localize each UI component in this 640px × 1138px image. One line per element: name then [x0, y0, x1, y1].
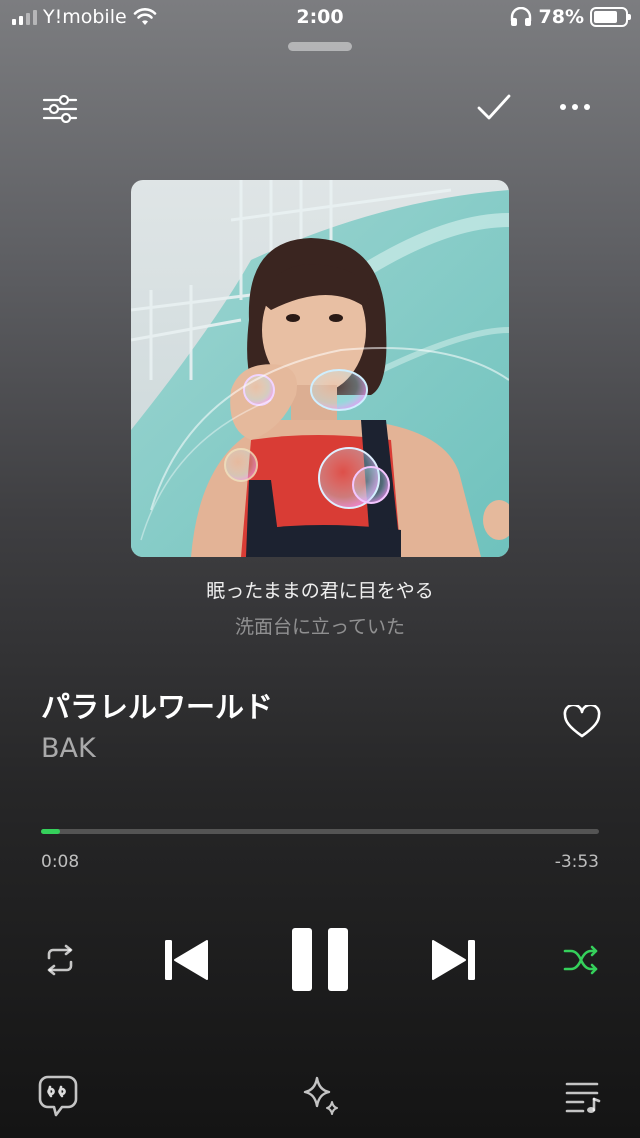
- check-icon[interactable]: [476, 93, 512, 123]
- more-icon[interactable]: [558, 101, 592, 113]
- progress-fill: [41, 829, 60, 834]
- next-icon[interactable]: [431, 937, 477, 983]
- headphones-icon: [510, 7, 531, 26]
- queue-icon[interactable]: [565, 1080, 601, 1114]
- progress-bar[interactable]: [41, 829, 599, 834]
- sparkle-icon[interactable]: [299, 1075, 341, 1117]
- status-right: 78%: [509, 6, 631, 28]
- pause-icon[interactable]: [290, 926, 350, 993]
- remaining-time: -3:53: [554, 852, 599, 872]
- sheet-grabber[interactable]: [288, 42, 352, 51]
- lyric-next-line[interactable]: 洗面台に立っていた: [0, 612, 640, 639]
- artist-name[interactable]: BAK: [41, 733, 96, 764]
- lyric-current-line[interactable]: 眠ったままの君に目をやる: [0, 576, 640, 603]
- lyrics-icon[interactable]: [38, 1075, 78, 1117]
- sliders-icon[interactable]: [42, 95, 78, 123]
- song-title: パラレルワールド: [41, 690, 274, 724]
- shuffle-icon[interactable]: [563, 944, 599, 976]
- album-artwork: [131, 180, 509, 557]
- repeat-icon[interactable]: [43, 944, 77, 976]
- status-bar: Y!mobile 2:00 78%: [0, 0, 640, 36]
- heart-icon[interactable]: [563, 705, 601, 739]
- elapsed-time: 0:08: [41, 852, 80, 872]
- battery-icon: [590, 7, 631, 27]
- battery-percent: 78%: [538, 6, 584, 28]
- previous-icon[interactable]: [163, 937, 209, 983]
- battery-level: [594, 11, 618, 23]
